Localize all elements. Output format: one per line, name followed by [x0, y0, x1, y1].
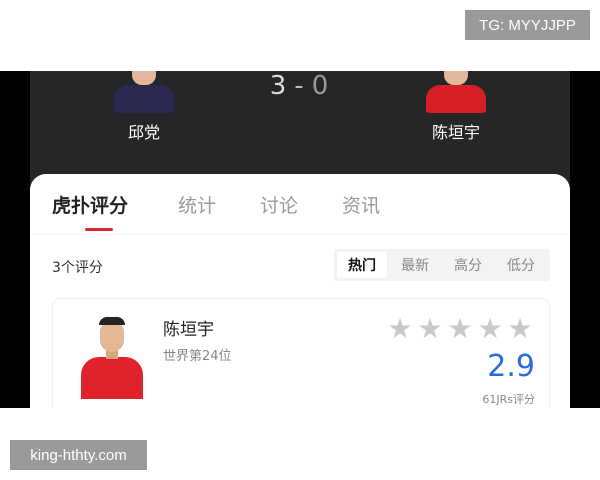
player-right-avatar	[424, 71, 488, 113]
match-score: 3-0	[250, 71, 350, 101]
star-icon[interactable]: ★	[505, 315, 535, 343]
rated-player-name: 陈垣宇	[163, 320, 214, 340]
player-right[interactable]: 陈垣宇	[424, 71, 488, 143]
active-tab-indicator	[85, 228, 113, 231]
content-card: 虎扑评分 统计 讨论 资讯 3个评分 热门 最新 高分 低分 陈垣宇 世界第24…	[30, 174, 570, 408]
star-icon[interactable]: ★	[475, 315, 505, 343]
player-left[interactable]: 邱党	[112, 71, 176, 143]
sort-hot[interactable]: 热门	[337, 252, 387, 278]
watermark-top: TG: MYYJJPP	[465, 10, 590, 40]
vote-count: 61JRs评分	[482, 393, 535, 406]
tab-hupu-rating[interactable]: 虎扑评分	[52, 191, 128, 218]
video-frame: 邱党 3-0 陈垣宇 虎扑评分 统计 讨论 资讯 3个评分 热门 最新 高分 低…	[0, 71, 600, 408]
tab-discussion[interactable]: 讨论	[260, 191, 298, 218]
player-left-avatar	[112, 71, 176, 113]
sort-high[interactable]: 高分	[443, 252, 493, 278]
star-icon[interactable]: ★	[445, 315, 475, 343]
player-left-name: 邱党	[127, 123, 160, 142]
player-photo	[77, 317, 145, 399]
star-rating[interactable]: ★ ★ ★ ★ ★	[385, 315, 535, 343]
app-screen: 邱党 3-0 陈垣宇 虎扑评分 统计 讨论 资讯 3个评分 热门 最新 高分 低…	[30, 71, 570, 408]
player-right-name: 陈垣宇	[431, 123, 480, 142]
player-rating-card[interactable]: 陈垣宇 世界第24位 ★ ★ ★ ★ ★ 2.9 61JRs评分	[52, 298, 550, 408]
score-right: 0	[311, 71, 331, 101]
rating-count: 3个评分	[52, 260, 103, 276]
sort-segmented-control: 热门 最新 高分 低分	[334, 249, 550, 281]
star-icon[interactable]: ★	[415, 315, 445, 343]
sort-low[interactable]: 低分	[496, 252, 546, 278]
sort-latest[interactable]: 最新	[390, 252, 440, 278]
tab-bar: 虎扑评分 统计 讨论 资讯	[30, 174, 570, 235]
tab-news[interactable]: 资讯	[342, 191, 380, 218]
watermark-bottom: king-hthty.com	[10, 440, 147, 470]
world-rank: 世界第24位	[163, 349, 232, 364]
score-separator: -	[294, 71, 306, 101]
tab-stats[interactable]: 统计	[178, 191, 216, 218]
average-score: 2.9	[487, 349, 535, 384]
score-left: 3	[269, 71, 289, 101]
star-icon[interactable]: ★	[385, 315, 415, 343]
